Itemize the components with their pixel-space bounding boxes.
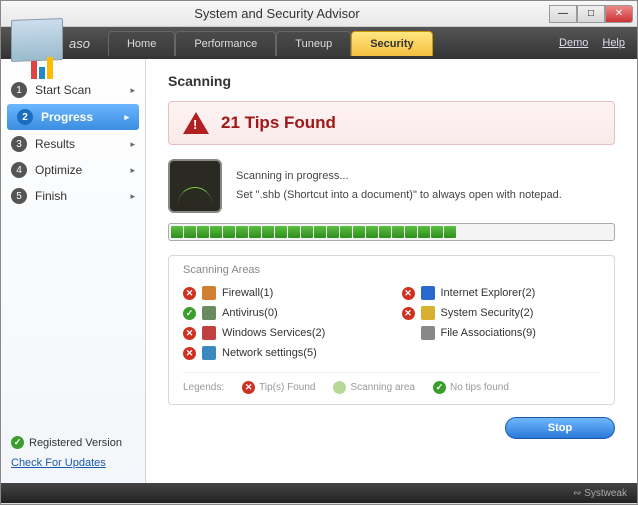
step-finish[interactable]: 5 Finish ▸: [1, 183, 145, 209]
area-item: File Associations(9): [402, 326, 601, 340]
footer: ∾ Systweak: [1, 483, 637, 503]
sidebar-bottom: ✓ Registered Version Check For Updates: [11, 436, 122, 469]
app-logo-icon: [11, 19, 73, 71]
help-link[interactable]: Help: [602, 37, 625, 49]
areas-grid: ✕ Firewall(1) ✕ Internet Explorer(2) ✓ Antivi…: [183, 286, 600, 360]
app-icon: [421, 306, 435, 320]
page-heading: Scanning: [168, 73, 615, 89]
minimize-button[interactable]: —: [549, 5, 577, 23]
maximize-button[interactable]: □: [577, 5, 605, 23]
step-label: Results: [35, 137, 75, 151]
area-label: System Security(2): [441, 307, 534, 319]
bad-icon: ✕: [242, 381, 255, 394]
close-button[interactable]: ✕: [605, 5, 633, 23]
scan-status: Scanning in progress...: [236, 167, 562, 186]
app-icon: [421, 326, 435, 340]
legend-tips: ✕Tip(s) Found: [242, 381, 315, 394]
chevron-right-icon: ▸: [130, 139, 135, 150]
chevron-right-icon: ▸: [124, 112, 129, 123]
step-label: Finish: [35, 189, 67, 203]
window-title: System and Security Advisor: [5, 6, 549, 21]
app-icon: [421, 286, 435, 300]
sidebar: 1 Start Scan ▸ 2 Progress ▸ 3 Results ▸ 4 Optimize…: [1, 59, 146, 483]
app-icon: [202, 306, 216, 320]
app-icon: [202, 346, 216, 360]
step-number-icon: 2: [17, 109, 33, 125]
bad-icon: ✕: [183, 327, 196, 340]
oscilloscope-icon: [168, 159, 222, 213]
area-label: File Associations(9): [441, 327, 536, 339]
step-number-icon: 5: [11, 188, 27, 204]
scan-row: Scanning in progress... Set ".shb (Short…: [168, 159, 615, 213]
bad-icon: ✕: [402, 287, 415, 300]
body: 1 Start Scan ▸ 2 Progress ▸ 3 Results ▸ 4 Optimize…: [1, 59, 637, 483]
check-updates-link[interactable]: Check For Updates: [11, 457, 122, 469]
check-icon: ✓: [11, 436, 24, 449]
good-icon: ✓: [183, 307, 196, 320]
bad-icon: ✕: [402, 307, 415, 320]
tab-performance[interactable]: Performance: [175, 31, 276, 56]
area-item: ✕ Firewall(1): [183, 286, 382, 300]
tab-home[interactable]: Home: [108, 31, 175, 56]
app-window: System and Security Advisor — □ ✕ aso Ho…: [0, 0, 638, 505]
app-icon: [202, 326, 216, 340]
scan-dot-icon: [333, 381, 346, 394]
area-label: Network settings(5): [222, 347, 317, 359]
area-item: ✕ Internet Explorer(2): [402, 286, 601, 300]
step-results[interactable]: 3 Results ▸: [1, 131, 145, 157]
step-label: Optimize: [35, 163, 82, 177]
area-item: ✕ Windows Services(2): [183, 326, 382, 340]
step-number-icon: 1: [11, 82, 27, 98]
chevron-right-icon: ▸: [130, 165, 135, 176]
window-controls: — □ ✕: [549, 5, 633, 23]
legend-scanning: Scanning area: [333, 381, 415, 394]
demo-link[interactable]: Demo: [559, 37, 588, 49]
scan-text: Scanning in progress... Set ".shb (Short…: [236, 167, 562, 204]
legends-row: Legends: ✕Tip(s) Found Scanning area ✓No…: [183, 372, 600, 394]
registered-status: ✓ Registered Version: [11, 436, 122, 449]
chevron-right-icon: ▸: [130, 191, 135, 202]
tab-security[interactable]: Security: [351, 31, 432, 56]
area-label: Antivirus(0): [222, 307, 278, 319]
area-item: ✓ Antivirus(0): [183, 306, 382, 320]
stop-button[interactable]: Stop: [505, 417, 615, 439]
legends-label: Legends:: [183, 382, 224, 393]
step-label: Start Scan: [35, 83, 91, 97]
step-progress[interactable]: 2 Progress ▸: [7, 104, 139, 130]
tips-found-banner: 21 Tips Found: [168, 101, 615, 145]
good-icon: ✓: [433, 381, 446, 394]
app-icon: [202, 286, 216, 300]
area-label: Internet Explorer(2): [441, 287, 536, 299]
area-label: Firewall(1): [222, 287, 273, 299]
progress-bar: [168, 223, 615, 241]
bad-icon: ✕: [183, 347, 196, 360]
tab-strip: HomePerformanceTuneupSecurity: [108, 31, 433, 56]
vendor-label: ∾ Systweak: [573, 488, 627, 499]
bad-icon: ✕: [183, 287, 196, 300]
tips-count: 21 Tips Found: [221, 113, 336, 133]
header-bar: aso HomePerformanceTuneupSecurity Demo H…: [1, 27, 637, 59]
step-number-icon: 3: [11, 136, 27, 152]
titlebar: System and Security Advisor — □ ✕: [1, 1, 637, 27]
tab-tuneup[interactable]: Tuneup: [276, 31, 351, 56]
area-label: Windows Services(2): [222, 327, 325, 339]
scan-detail: Set ".shb (Shortcut into a document)" to…: [236, 186, 562, 205]
areas-title: Scanning Areas: [183, 264, 600, 276]
area-item: ✕ Network settings(5): [183, 346, 382, 360]
warning-icon: [183, 112, 209, 134]
step-number-icon: 4: [11, 162, 27, 178]
step-start-scan[interactable]: 1 Start Scan ▸: [1, 77, 145, 103]
step-label: Progress: [41, 110, 93, 124]
area-item: ✕ System Security(2): [402, 306, 601, 320]
main-panel: Scanning 21 Tips Found Scanning in progr…: [146, 59, 637, 483]
chevron-right-icon: ▸: [130, 85, 135, 96]
header-links: Demo Help: [559, 37, 625, 49]
legend-none: ✓No tips found: [433, 381, 509, 394]
scanning-areas-box: Scanning Areas ✕ Firewall(1) ✕ Internet Exp…: [168, 255, 615, 405]
step-optimize[interactable]: 4 Optimize ▸: [1, 157, 145, 183]
